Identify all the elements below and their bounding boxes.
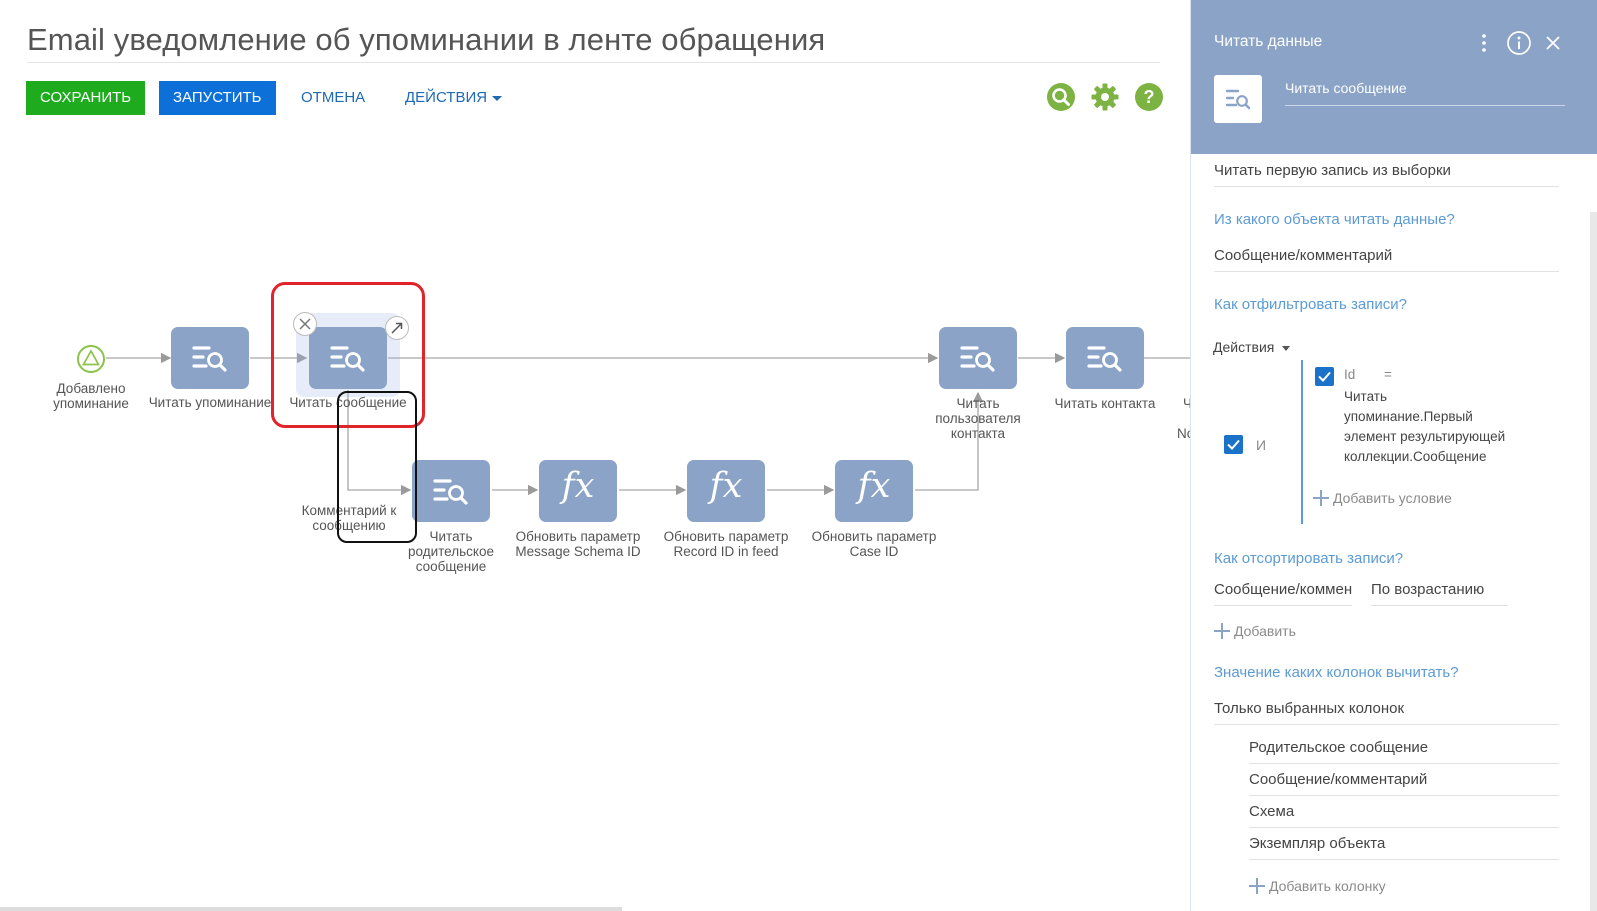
- signal-triangle-icon: [82, 349, 100, 366]
- divider: [1371, 605, 1508, 606]
- column-item[interactable]: Экземпляр объекта: [1249, 835, 1385, 852]
- node-read-mention-label: Читать упоминание: [148, 395, 272, 410]
- filter-group-operator[interactable]: И: [1256, 437, 1266, 453]
- column-item[interactable]: Сообщение/комментарий: [1249, 771, 1427, 788]
- chevron-down-icon: [1282, 345, 1291, 351]
- node-update-schema-label: Обновить параметр Message Schema ID: [515, 529, 641, 559]
- info-icon[interactable]: [1506, 30, 1532, 56]
- filter-group-checkbox[interactable]: [1224, 435, 1243, 454]
- start-event[interactable]: [77, 345, 105, 373]
- filter-condition-checkbox[interactable]: [1315, 367, 1334, 386]
- divider: [1249, 859, 1559, 860]
- node-read-parent-message[interactable]: [412, 460, 490, 522]
- checkmark-icon: [1318, 371, 1331, 382]
- node-read-user-contact-label: Читать пользователя контакта: [935, 396, 1021, 441]
- properties-panel: Читать данные Читать сообщение Читать пе…: [1190, 0, 1597, 911]
- plus-icon: [1214, 623, 1230, 639]
- flow-connectors: [106, 352, 1190, 496]
- function-icon: fx: [561, 466, 595, 506]
- node-update-message-schema[interactable]: fx: [539, 460, 617, 522]
- checkmark-icon: [1227, 439, 1240, 450]
- add-condition-label: Добавить условие: [1333, 490, 1452, 506]
- vertical-scrollbar[interactable]: [1590, 212, 1597, 911]
- add-column-link[interactable]: Добавить колонку: [1249, 878, 1386, 894]
- divider: [1214, 186, 1559, 187]
- divider: [1214, 724, 1559, 725]
- filter-operator[interactable]: =: [1384, 367, 1392, 382]
- element-type-icon: [1214, 75, 1262, 123]
- columns-mode-select[interactable]: Только выбранных колонок: [1214, 700, 1404, 717]
- node-read-contact-label: Читать контакта: [1054, 396, 1156, 411]
- sort-column-lookup[interactable]: Сообщение/комментарий: [1214, 581, 1352, 598]
- node-update-record-id[interactable]: fx: [687, 460, 765, 522]
- function-icon: fx: [857, 466, 891, 506]
- divider: [1249, 827, 1559, 828]
- panel-header: Читать данные Читать сообщение: [1191, 0, 1597, 154]
- node-read-mention[interactable]: [171, 327, 249, 389]
- more-vertical-icon[interactable]: [1471, 30, 1497, 56]
- horizontal-scrollbar[interactable]: [0, 907, 622, 911]
- node-update-case-label: Обновить параметр Case ID: [811, 529, 937, 559]
- read-data-icon: [960, 346, 995, 372]
- section-columns-heading: Значение каких колонок вычитать?: [1214, 664, 1459, 681]
- divider: [1249, 795, 1559, 796]
- read-mode-select[interactable]: Читать первую запись из выборки: [1214, 162, 1451, 179]
- section-object-heading: Из какого объекта читать данные?: [1214, 211, 1455, 228]
- node-cut-label: ЧNo: [1177, 396, 1190, 441]
- filter-value[interactable]: Читать упоминание.Первый элемент результ…: [1344, 387, 1544, 467]
- filter-actions-dropdown[interactable]: Действия: [1213, 339, 1291, 355]
- column-item[interactable]: Схема: [1249, 803, 1294, 820]
- process-designer-canvas: Email уведомление об упоминании в ленте …: [0, 0, 1190, 911]
- panel-title: Читать данные: [1214, 33, 1323, 50]
- section-filter-heading: Как отфильтровать записи?: [1214, 296, 1407, 313]
- node-read-contact[interactable]: [1066, 327, 1144, 389]
- read-data-icon: [192, 346, 227, 372]
- plus-icon: [1249, 878, 1265, 894]
- add-sort-link[interactable]: Добавить: [1214, 623, 1296, 639]
- element-name-input[interactable]: Читать сообщение: [1285, 80, 1565, 106]
- start-event-label: Добавлено упоминание: [53, 381, 129, 411]
- filter-field[interactable]: Id: [1344, 367, 1355, 382]
- section-sort-heading: Как отсортировать записи?: [1214, 550, 1404, 567]
- read-data-icon: [1087, 346, 1122, 372]
- node-update-case-id[interactable]: fx: [835, 460, 913, 522]
- read-data-icon: [1225, 89, 1251, 110]
- node-update-record-label: Обновить параметр Record ID in feed: [663, 529, 789, 559]
- filter-group-bar: [1301, 360, 1303, 524]
- read-data-icon: [433, 479, 468, 505]
- sort-direction-select[interactable]: По возрастанию: [1371, 581, 1484, 598]
- divider: [1249, 763, 1559, 764]
- add-condition-link[interactable]: Добавить условие: [1313, 490, 1452, 506]
- highlight-black-box: [337, 391, 417, 543]
- add-column-label: Добавить колонку: [1269, 878, 1386, 894]
- add-sort-label: Добавить: [1234, 623, 1296, 639]
- function-icon: fx: [709, 466, 743, 506]
- divider: [1214, 271, 1559, 272]
- divider: [1214, 605, 1352, 606]
- filter-actions-label: Действия: [1213, 339, 1275, 355]
- close-icon[interactable]: [1540, 30, 1566, 56]
- node-read-user-contact[interactable]: [939, 327, 1017, 389]
- object-lookup[interactable]: Сообщение/комментарий: [1214, 247, 1392, 264]
- plus-icon: [1313, 490, 1329, 506]
- column-item[interactable]: Родительское сообщение: [1249, 739, 1428, 756]
